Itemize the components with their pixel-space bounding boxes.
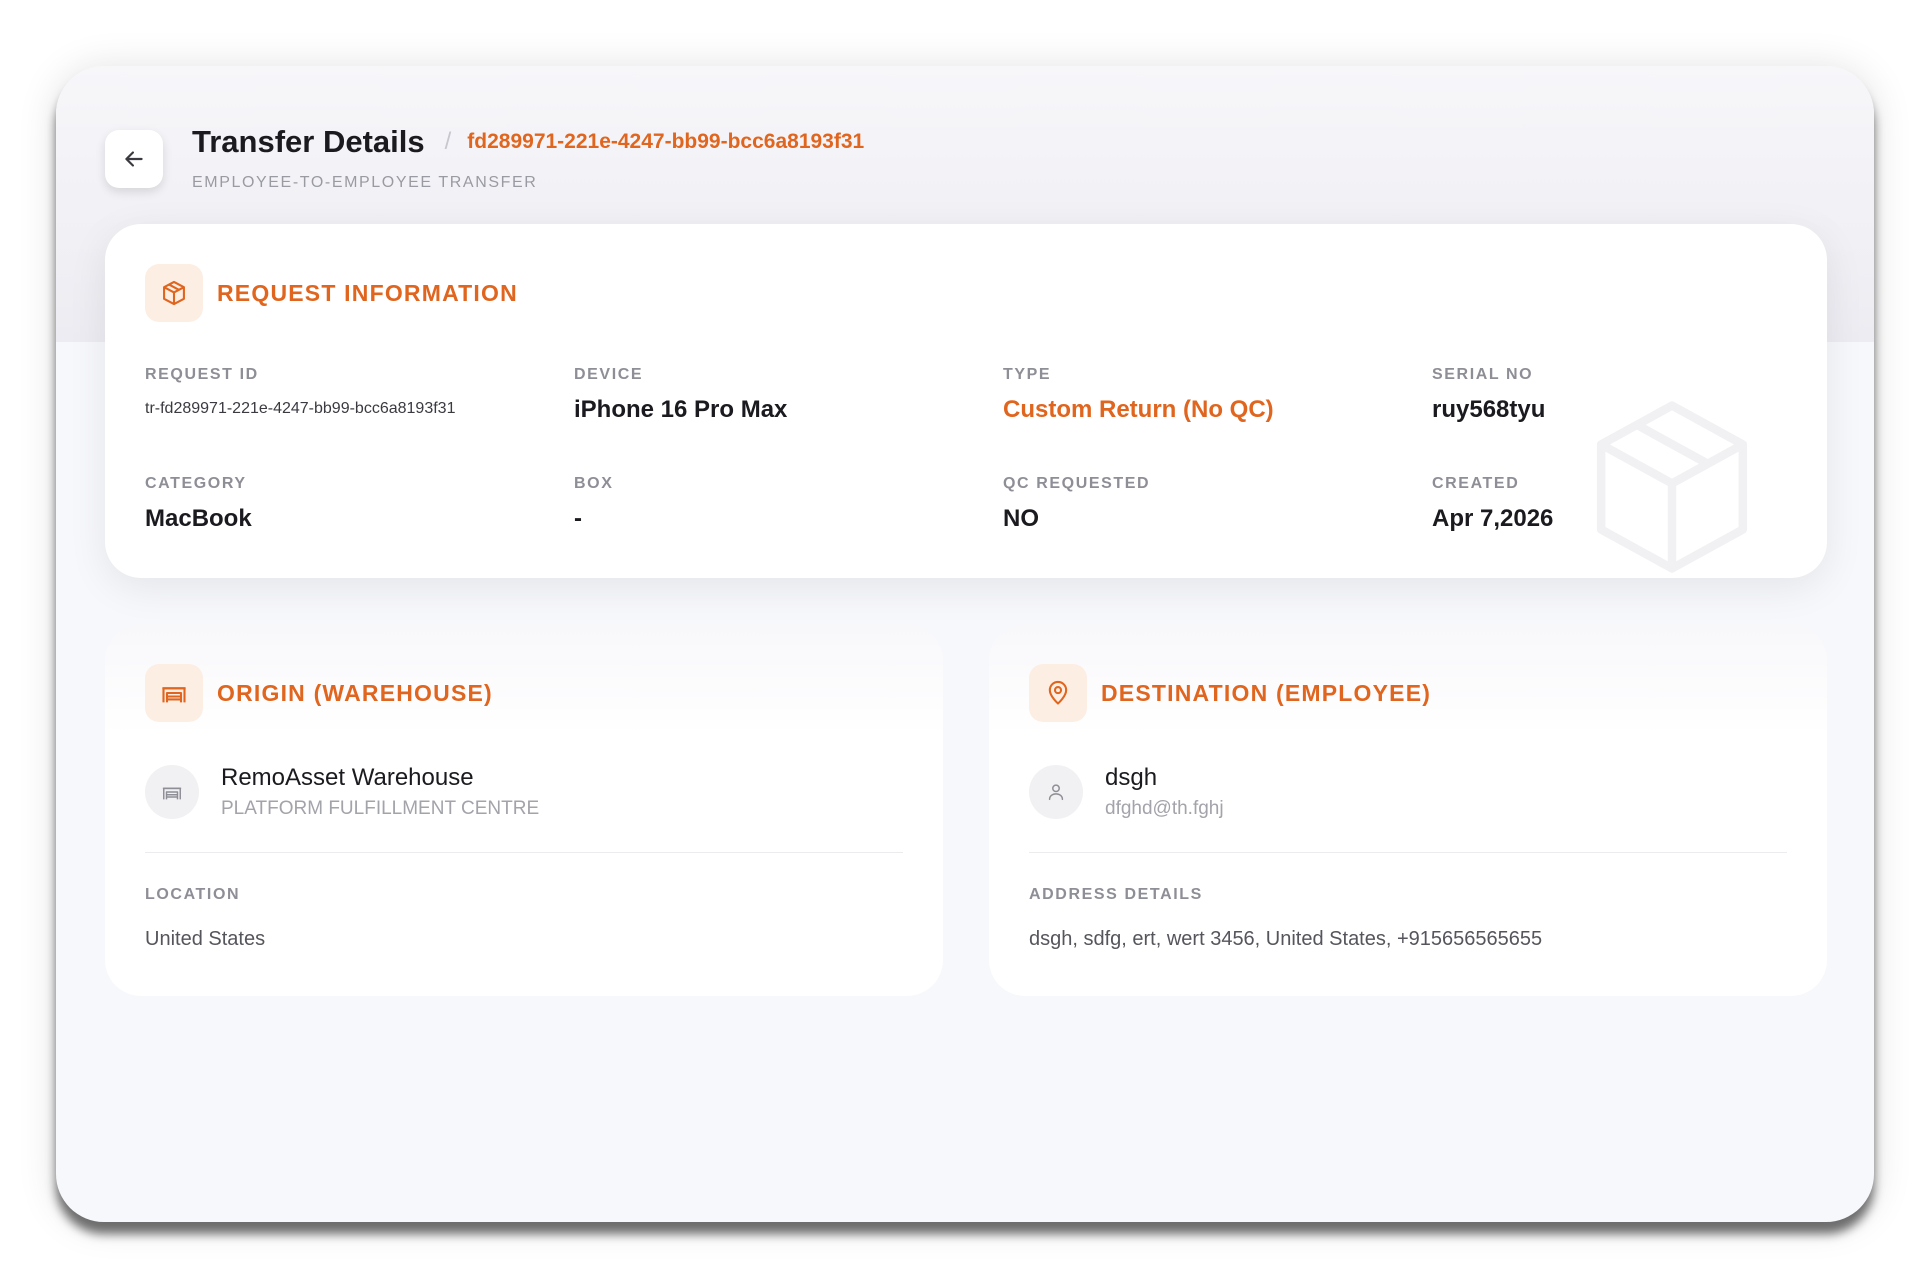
origin-name: RemoAsset Warehouse bbox=[221, 764, 474, 791]
field-serial-no: SERIAL NO ruy568tyu bbox=[1432, 366, 1545, 424]
field-label: BOX bbox=[574, 475, 614, 492]
field-category: CATEGORY MacBook bbox=[145, 475, 252, 533]
field-label: CATEGORY bbox=[145, 475, 247, 492]
address-label: ADDRESS DETAILS bbox=[1029, 886, 1203, 903]
field-value: ruy568tyu bbox=[1432, 396, 1546, 423]
location-value: United States bbox=[145, 928, 266, 950]
field-value: - bbox=[574, 505, 582, 532]
field-value: MacBook bbox=[145, 505, 252, 532]
user-avatar bbox=[1029, 765, 1083, 819]
destination-card: DESTINATION (EMPLOYEE) dsgh dfghd@th.fgh… bbox=[989, 624, 1827, 996]
field-type: TYPE Custom Return (No QC) bbox=[1003, 366, 1274, 424]
field-value: iPhone 16 Pro Max bbox=[574, 396, 788, 423]
field-value: NO bbox=[1003, 505, 1039, 532]
back-button[interactable] bbox=[105, 130, 163, 188]
destination-section-header: DESTINATION (EMPLOYEE) bbox=[1029, 664, 1431, 722]
origin-section-header: ORIGIN (WAREHOUSE) bbox=[145, 664, 493, 722]
field-label: QC REQUESTED bbox=[1003, 475, 1151, 492]
divider bbox=[1029, 852, 1787, 853]
title-row: Transfer Details / fd289971-221e-4247-bb… bbox=[192, 124, 864, 160]
origin-subtitle: PLATFORM FULFILLMENT CENTRE bbox=[221, 798, 540, 819]
package-watermark-icon bbox=[1596, 401, 1748, 573]
destination-entity: dsgh dfghd@th.fghj bbox=[1029, 764, 1224, 820]
destination-name: dsgh bbox=[1105, 764, 1158, 791]
origin-card: ORIGIN (WAREHOUSE) RemoAsset Warehouse P… bbox=[105, 624, 943, 996]
origin-icon-badge bbox=[145, 664, 203, 722]
destination-email: dfghd@th.fghj bbox=[1105, 798, 1224, 819]
destination-section-title: DESTINATION (EMPLOYEE) bbox=[1101, 679, 1432, 706]
field-label: REQUEST ID bbox=[145, 366, 259, 383]
request-section-header: REQUEST INFORMATION bbox=[145, 264, 518, 322]
divider bbox=[145, 852, 903, 853]
request-icon-badge bbox=[145, 264, 203, 322]
field-label: DEVICE bbox=[574, 366, 644, 383]
package-icon bbox=[163, 280, 185, 306]
location-label: LOCATION bbox=[145, 886, 241, 903]
field-created: CREATED Apr 7,2026 bbox=[1432, 475, 1553, 533]
field-request-id: REQUEST ID tr-fd289971-221e-4247-bb99-bc… bbox=[145, 366, 455, 418]
request-information-card: REQUEST INFORMATION REQUEST ID tr-fd2899… bbox=[105, 224, 1827, 578]
field-qc-requested: QC REQUESTED NO bbox=[1003, 475, 1150, 533]
destination-icon-badge bbox=[1029, 664, 1087, 722]
map-pin-icon bbox=[1048, 680, 1068, 705]
field-value: Custom Return (No QC) bbox=[1003, 396, 1274, 423]
field-value: Apr 7,2026 bbox=[1432, 505, 1554, 532]
field-device: DEVICE iPhone 16 Pro Max bbox=[574, 366, 787, 424]
warehouse-icon bbox=[162, 787, 182, 800]
address-value: dsgh, sdfg, ert, wert 3456, United State… bbox=[1029, 928, 1543, 950]
arrow-left-icon bbox=[125, 151, 143, 167]
origin-entity: RemoAsset Warehouse PLATFORM FULFILLMENT… bbox=[145, 764, 539, 820]
field-label: CREATED bbox=[1432, 475, 1520, 492]
field-label: SERIAL NO bbox=[1432, 366, 1534, 383]
request-section-title: REQUEST INFORMATION bbox=[217, 279, 518, 306]
origin-section-title: ORIGIN (WAREHOUSE) bbox=[217, 679, 493, 706]
page-title: Transfer Details bbox=[192, 124, 425, 159]
field-box: BOX - bbox=[574, 475, 613, 533]
warehouse-avatar bbox=[145, 765, 199, 819]
warehouse-icon bbox=[162, 687, 186, 703]
transfer-id: fd289971-221e-4247-bb99-bcc6a8193f31 bbox=[467, 130, 865, 153]
user-icon bbox=[1048, 784, 1064, 801]
page-subtitle: EMPLOYEE-TO-EMPLOYEE TRANSFER bbox=[192, 174, 538, 191]
app-window: Transfer Details / fd289971-221e-4247-bb… bbox=[56, 66, 1874, 1222]
breadcrumb-separator: / bbox=[444, 128, 452, 155]
field-value: tr-fd289971-221e-4247-bb99-bcc6a8193f31 bbox=[145, 400, 456, 417]
field-label: TYPE bbox=[1003, 366, 1052, 383]
